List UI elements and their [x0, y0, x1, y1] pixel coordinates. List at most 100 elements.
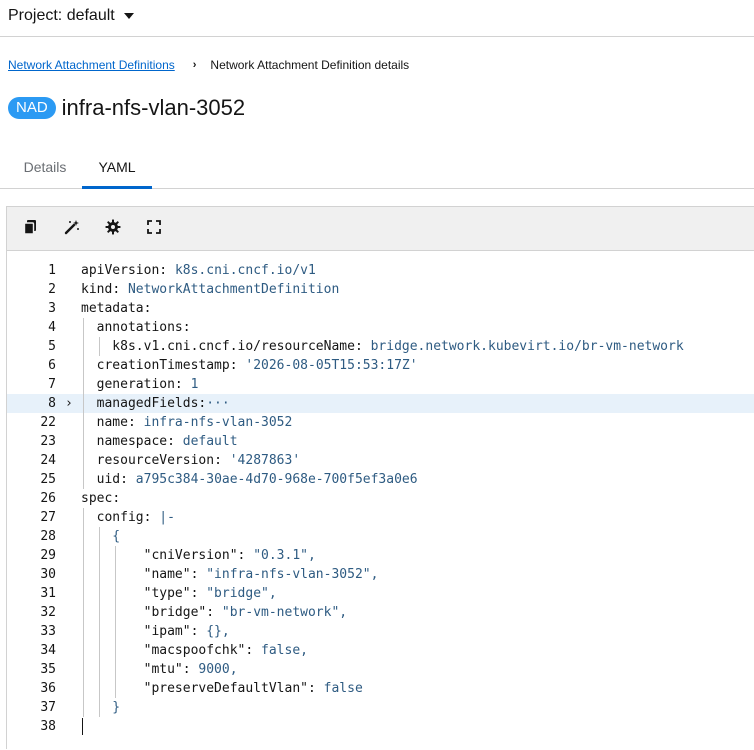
code-line[interactable]: 24 resourceVersion: '4287863' [7, 451, 754, 470]
code-line[interactable]: 28 { [7, 527, 754, 546]
page-title: infra-nfs-vlan-3052 [61, 95, 246, 120]
code-line[interactable]: 31 "type": "bridge", [7, 584, 754, 603]
code-line[interactable]: 1 apiVersion: k8s.cni.cncf.io/v1 [7, 261, 754, 280]
code-text: resourceVersion: '4287863' [81, 451, 301, 470]
yaml-key: resourceVersion [81, 453, 215, 468]
editor-toolbar [7, 207, 754, 251]
line-number: 26 [40, 491, 56, 506]
yaml-key: config [81, 510, 144, 525]
yaml-separator: : [174, 377, 191, 392]
code-text: metadata: [81, 299, 151, 318]
yaml-separator: : [307, 681, 324, 696]
yaml-value: "infra-nfs-vlan-3052", [206, 567, 379, 582]
code-line[interactable]: 7 generation: 1 [7, 375, 754, 394]
yaml-value: 1 [190, 377, 199, 392]
copy-icon[interactable] [23, 219, 41, 237]
yaml-separator: : [237, 548, 254, 563]
tab-yaml[interactable]: YAML [82, 148, 152, 189]
code-line[interactable]: 8 › managedFields:··· [7, 394, 754, 413]
code-line[interactable]: 5 k8s.v1.cni.cncf.io/resourceName: bridg… [7, 337, 754, 356]
yaml-key: annotations [81, 320, 183, 335]
code-text: name: infra-nfs-vlan-3052 [81, 413, 293, 432]
yaml-value: } [81, 700, 121, 715]
line-number: 36 [40, 681, 56, 696]
code-text: "ipam": {}, [81, 622, 230, 641]
tab-bar: Details YAML [0, 148, 754, 189]
yaml-value: '2026-08-05T15:53:17Z' [245, 358, 418, 373]
yaml-value: ··· [206, 396, 230, 411]
chevron-right-icon: › [192, 59, 197, 71]
code-line[interactable]: 38 [7, 717, 754, 736]
code-line[interactable]: 27 config: |- [7, 508, 754, 527]
yaml-key: "mtu" [81, 662, 183, 677]
code-text: "bridge": "br-vm-network", [81, 603, 348, 622]
line-number: 37 [40, 700, 56, 715]
caret-down-icon [123, 13, 134, 19]
magic-wand-icon[interactable] [64, 219, 82, 237]
yaml-separator: : [354, 339, 371, 354]
yaml-separator: : [127, 415, 144, 430]
code-line[interactable]: 33 "ipam": {}, [7, 622, 754, 641]
yaml-separator: : [159, 263, 175, 278]
yaml-value: default [182, 434, 238, 449]
code-line[interactable]: 36 "preserveDefaultVlan": false [7, 679, 754, 698]
yaml-separator: : [143, 510, 160, 525]
line-number: 8 [48, 396, 56, 411]
yaml-key: "macspoofchk" [81, 643, 246, 658]
yaml-value: "br-vm-network", [221, 605, 348, 620]
code-line[interactable]: 22 name: infra-nfs-vlan-3052 [7, 413, 754, 432]
yaml-value: { [81, 529, 121, 544]
code-text: spec: [81, 489, 120, 508]
yaml-key: k8s.v1.cni.cncf.io/resourceName [81, 339, 355, 354]
code-line[interactable]: 6 creationTimestamp: '2026-08-05T15:53:1… [7, 356, 754, 375]
code-text: creationTimestamp: '2026-08-05T15:53:17Z… [81, 356, 418, 375]
yaml-separator: : [206, 605, 222, 620]
code-line[interactable]: 29 "cniVersion": "0.3.1", [7, 546, 754, 565]
code-text: } [81, 698, 120, 717]
yaml-key: "cniVersion" [81, 548, 238, 563]
yaml-value: {}, [206, 624, 230, 639]
yaml-key: kind [81, 282, 113, 297]
code-line[interactable]: 30 "name": "infra-nfs-vlan-3052", [7, 565, 754, 584]
code-text: "type": "bridge", [81, 584, 277, 603]
code-line[interactable]: 4 annotations: [7, 318, 754, 337]
code-area[interactable]: 1 apiVersion: k8s.cni.cncf.io/v1 2 kind: Ne… [7, 259, 754, 750]
yaml-separator: : [229, 358, 246, 373]
yaml-key: uid [81, 472, 121, 487]
code-line[interactable]: 37 } [7, 698, 754, 717]
line-number: 22 [40, 415, 56, 430]
line-number: 5 [48, 339, 56, 354]
yaml-value: NetworkAttachmentDefinition [127, 282, 340, 297]
expand-icon[interactable] [146, 219, 164, 237]
code-text: kind: NetworkAttachmentDefinition [81, 280, 339, 299]
yaml-value: false [323, 681, 363, 696]
code-line[interactable]: 32 "bridge": "br-vm-network", [7, 603, 754, 622]
tab-details[interactable]: Details [10, 148, 80, 188]
indent-guide [99, 337, 100, 356]
yaml-value: |- [159, 510, 175, 525]
yaml-value: "bridge", [206, 586, 277, 601]
code-line[interactable]: 34 "macspoofchk": false, [7, 641, 754, 660]
code-text: annotations: [81, 318, 191, 337]
yaml-value: "0.3.1", [253, 548, 316, 563]
code-line[interactable]: 26 spec: [7, 489, 754, 508]
yaml-separator: : [167, 434, 183, 449]
code-line[interactable]: 3 metadata: [7, 299, 754, 318]
line-number: 1 [48, 263, 56, 278]
yaml-separator: : [214, 453, 230, 468]
code-line[interactable]: 25 uid: a795c384-30ae-4d70-968e-700f5ef3… [7, 470, 754, 489]
code-line[interactable]: 35 "mtu": 9000, [7, 660, 754, 679]
line-number: 25 [40, 472, 56, 487]
code-line[interactable]: 23 namespace: default [7, 432, 754, 451]
resource-badge: NAD [8, 97, 56, 119]
indent-guide [99, 527, 100, 717]
code-line[interactable]: 2 kind: NetworkAttachmentDefinition [7, 280, 754, 299]
project-selector[interactable]: Project: default [8, 5, 134, 27]
breadcrumb-link-nad-list[interactable]: Network Attachment Definitions [8, 58, 175, 72]
yaml-key: apiVersion [81, 263, 160, 278]
yaml-value: '4287863' [229, 453, 301, 468]
gear-icon[interactable] [105, 219, 123, 237]
code-text: generation: 1 [81, 375, 199, 394]
yaml-separator: : [120, 472, 136, 487]
fold-chevron-icon[interactable]: › [65, 394, 73, 413]
